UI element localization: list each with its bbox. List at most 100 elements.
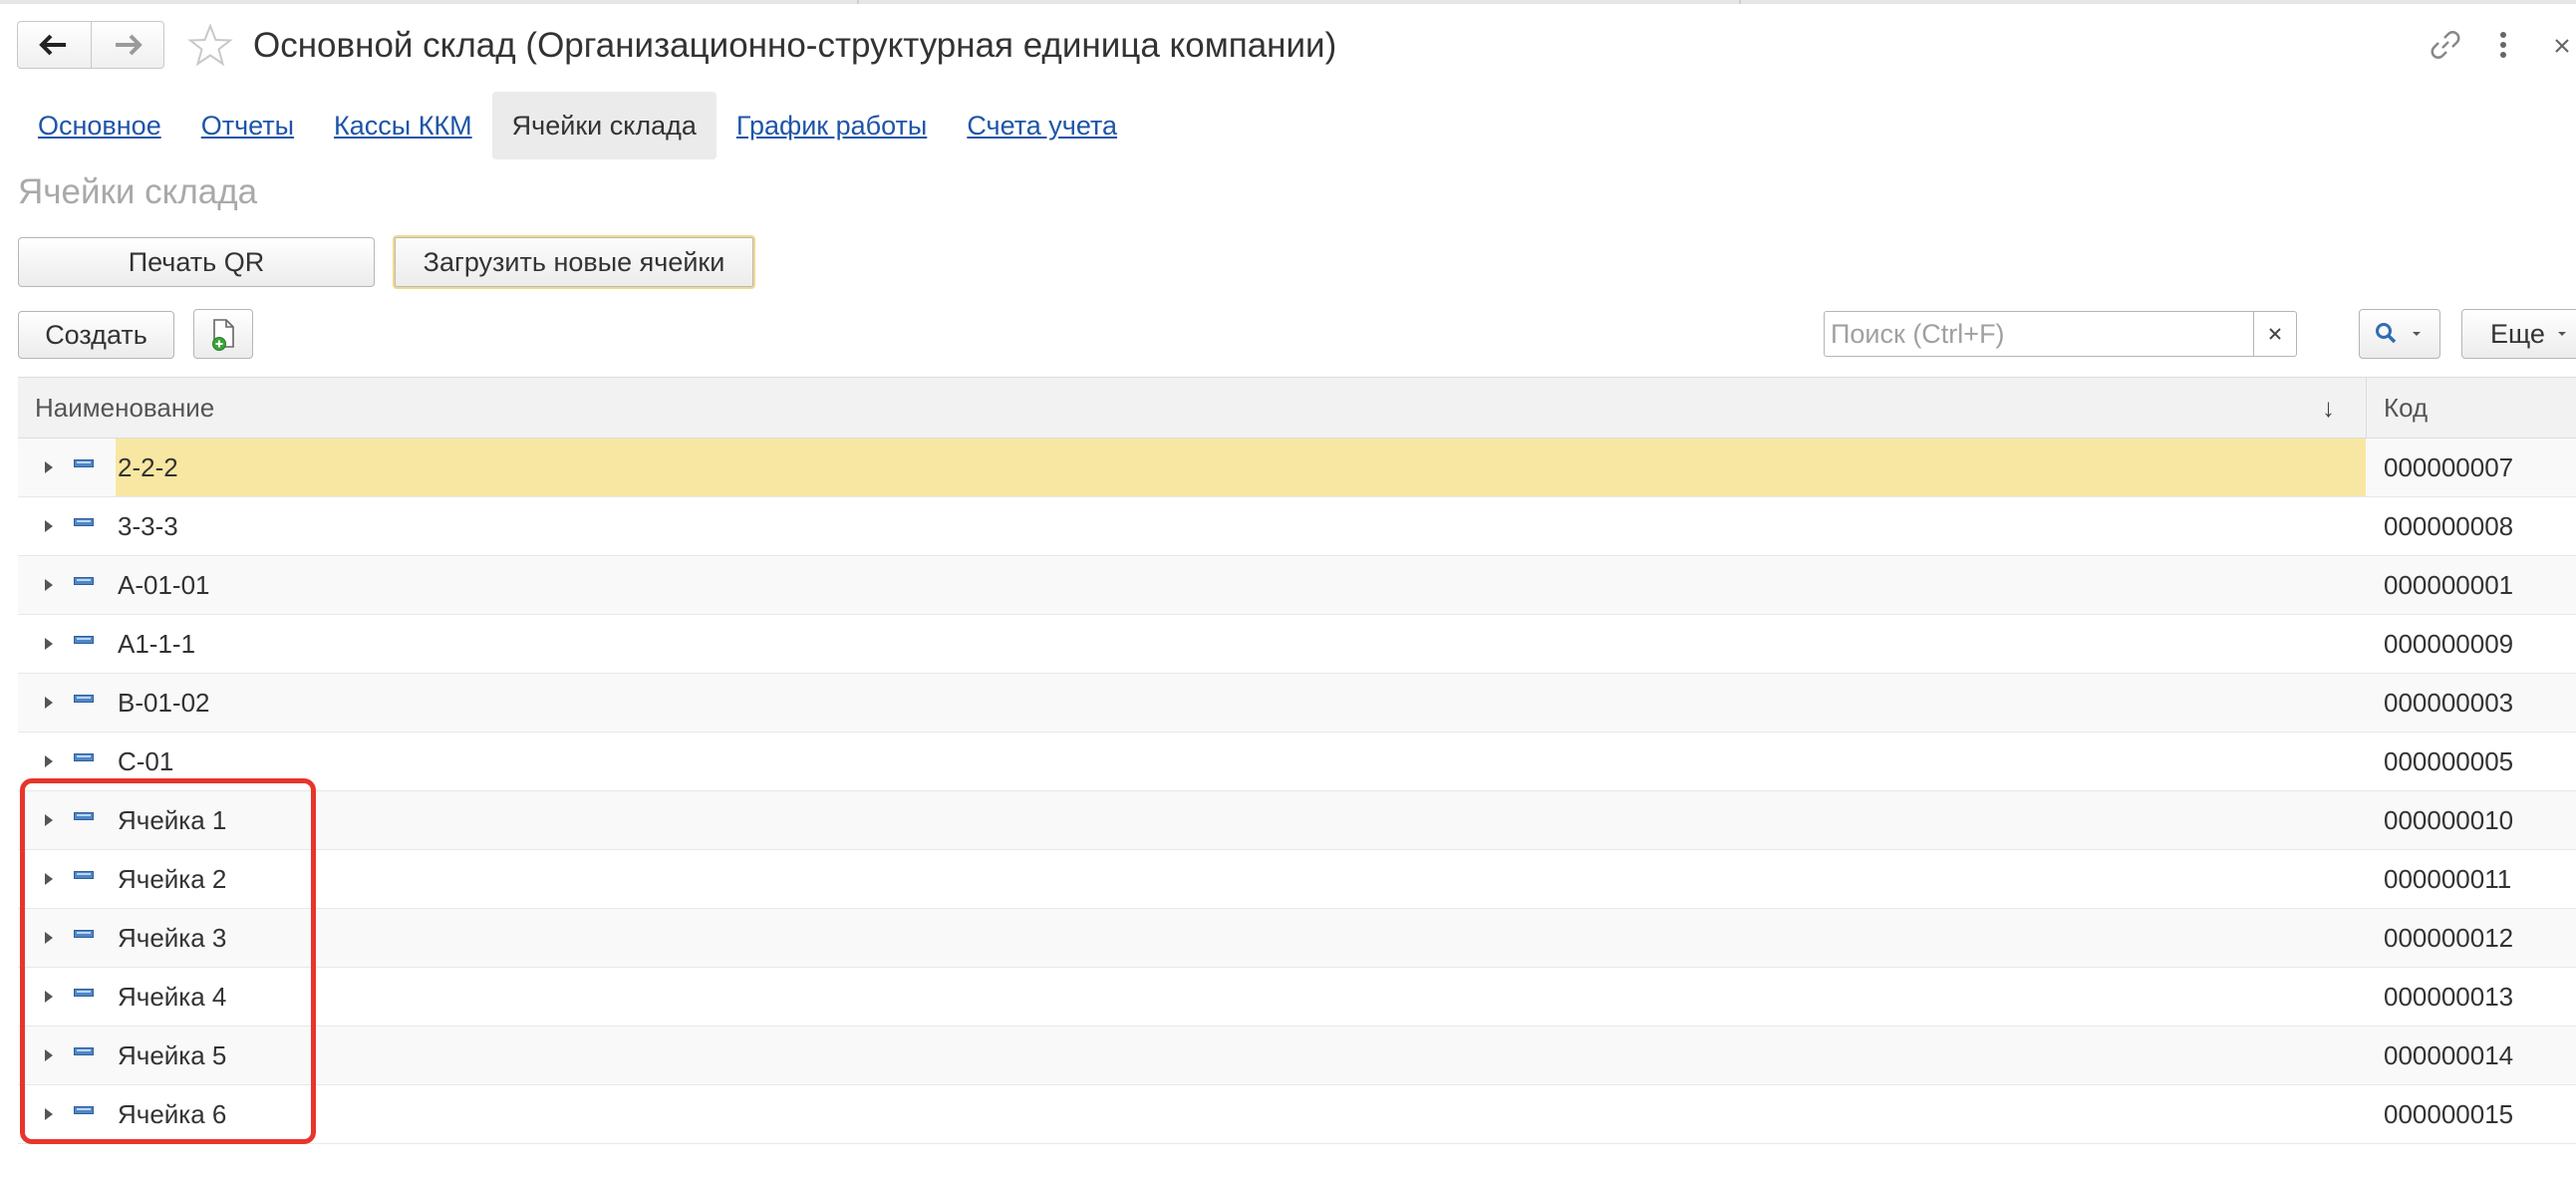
name-cell xyxy=(116,556,2366,614)
expand-arrow-icon[interactable] xyxy=(45,873,53,885)
cell-code: 000000003 xyxy=(2384,688,2514,718)
cell-code: 000000007 xyxy=(2384,452,2514,482)
expand-arrow-icon[interactable] xyxy=(45,579,53,591)
item-icon xyxy=(74,518,94,526)
name-cell xyxy=(116,791,2366,849)
cell-code: 000000013 xyxy=(2384,982,2514,1012)
cell-code: 000000014 xyxy=(2384,1040,2514,1070)
name-cell xyxy=(116,615,2366,673)
table-row[interactable]: A1-1-1 000000009 xyxy=(18,615,2576,674)
table-header: Наименование ↓ Код xyxy=(18,377,2576,439)
load-new-cells-button[interactable]: Загрузить новые ячейки xyxy=(393,235,755,289)
name-cell xyxy=(116,850,2366,908)
table-row[interactable]: 3-3-3 000000008 xyxy=(18,497,2576,556)
tab-accounts[interactable]: Счета учета xyxy=(947,92,1137,159)
expand-arrow-icon[interactable] xyxy=(45,814,53,826)
cell-name: C-01 xyxy=(118,746,174,776)
sort-indicator-icon[interactable]: ↓ xyxy=(2322,378,2335,438)
search-icon xyxy=(2376,323,2397,344)
window-top-bar xyxy=(0,0,2576,4)
cell-name: Ячейка 6 xyxy=(118,1099,227,1129)
name-cell xyxy=(116,439,2366,496)
item-icon xyxy=(74,989,94,997)
arrow-left-icon xyxy=(39,34,67,56)
cell-name: 2-2-2 xyxy=(118,452,178,482)
table-row[interactable]: Ячейка 3 000000012 xyxy=(18,909,2576,968)
cell-name: Ячейка 4 xyxy=(118,982,227,1012)
table-row[interactable]: C-01 000000005 xyxy=(18,733,2576,791)
column-divider xyxy=(2366,378,2367,438)
add-copy-button[interactable] xyxy=(193,309,253,359)
table-row[interactable]: Ячейка 6 000000015 xyxy=(18,1085,2576,1144)
search-field xyxy=(1824,311,2297,357)
name-cell xyxy=(116,674,2366,732)
expand-arrow-icon[interactable] xyxy=(45,697,53,709)
cell-name: A1-1-1 xyxy=(118,629,196,659)
expand-arrow-icon[interactable] xyxy=(45,991,53,1003)
chevron-down-icon xyxy=(2413,332,2421,336)
expand-arrow-icon[interactable] xyxy=(45,755,53,767)
chevron-down-icon xyxy=(2557,332,2566,336)
create-button[interactable]: Создать xyxy=(18,311,174,359)
cell-code: 000000009 xyxy=(2384,629,2514,659)
cell-name: B-01-02 xyxy=(118,688,210,718)
back-button[interactable] xyxy=(18,22,91,68)
forward-button[interactable] xyxy=(90,22,164,68)
name-cell xyxy=(116,968,2366,1026)
expand-arrow-icon[interactable] xyxy=(45,638,53,650)
table-row[interactable]: B-01-02 000000003 xyxy=(18,674,2576,733)
name-cell xyxy=(116,1085,2366,1143)
tab-main[interactable]: Основное xyxy=(18,92,181,159)
tab-cash-registers[interactable]: Кассы ККМ xyxy=(314,92,492,159)
more-vertical-glyph xyxy=(2500,32,2506,58)
arrow-right-icon xyxy=(115,34,143,56)
column-header-name[interactable]: Наименование xyxy=(35,378,214,438)
close-icon xyxy=(2269,328,2281,340)
table-row[interactable]: A-01-01 000000001 xyxy=(18,556,2576,615)
table-row[interactable]: Ячейка 2 000000011 xyxy=(18,850,2576,909)
item-icon xyxy=(74,695,94,703)
item-icon xyxy=(74,459,94,467)
cell-name: Ячейка 1 xyxy=(118,805,227,835)
cell-code: 000000001 xyxy=(2384,570,2514,600)
table-row[interactable]: Ячейка 4 000000013 xyxy=(18,968,2576,1027)
item-icon xyxy=(74,636,94,644)
expand-arrow-icon[interactable] xyxy=(45,520,53,532)
item-icon xyxy=(74,577,94,585)
close-glyph xyxy=(2555,39,2569,53)
table-row[interactable]: 2-2-2 000000007 xyxy=(18,439,2576,497)
more-button[interactable]: Еще xyxy=(2461,309,2576,359)
item-icon xyxy=(74,871,94,879)
tab-reports[interactable]: Отчеты xyxy=(181,92,314,159)
tab-warehouse-cells[interactable]: Ячейки склада xyxy=(491,92,716,159)
expand-arrow-icon[interactable] xyxy=(45,461,53,473)
name-cell xyxy=(116,1027,2366,1084)
item-icon xyxy=(74,930,94,938)
cell-name: 3-3-3 xyxy=(118,511,178,541)
table-row[interactable]: Ячейка 5 000000014 xyxy=(18,1027,2576,1085)
expand-arrow-icon[interactable] xyxy=(45,1049,53,1061)
table-row[interactable]: Ячейка 1 000000010 xyxy=(18,791,2576,850)
clear-search-button[interactable] xyxy=(2253,312,2296,356)
print-qr-button[interactable]: Печать QR xyxy=(18,237,375,287)
more-vertical-icon[interactable] xyxy=(2483,25,2523,65)
search-options-button[interactable] xyxy=(2359,309,2440,359)
name-cell xyxy=(116,909,2366,967)
window-title: Основной склад (Организационно-структурн… xyxy=(253,26,1337,65)
star-icon[interactable] xyxy=(186,22,234,70)
add-copy-icon xyxy=(212,319,234,351)
search-input[interactable] xyxy=(1825,312,2253,356)
link-icon[interactable] xyxy=(2426,25,2465,65)
more-button-label: Еще xyxy=(2490,318,2545,349)
column-header-code[interactable]: Код xyxy=(2384,378,2428,438)
item-icon xyxy=(74,1047,94,1055)
expand-arrow-icon[interactable] xyxy=(45,1108,53,1120)
close-icon[interactable] xyxy=(2547,25,2575,65)
expand-arrow-icon[interactable] xyxy=(45,932,53,944)
history-nav xyxy=(17,21,164,69)
name-cell xyxy=(116,497,2366,555)
cell-code: 000000010 xyxy=(2384,805,2514,835)
tab-work-schedule[interactable]: График работы xyxy=(716,92,947,159)
item-icon xyxy=(74,812,94,820)
cell-name: A-01-01 xyxy=(118,570,210,600)
